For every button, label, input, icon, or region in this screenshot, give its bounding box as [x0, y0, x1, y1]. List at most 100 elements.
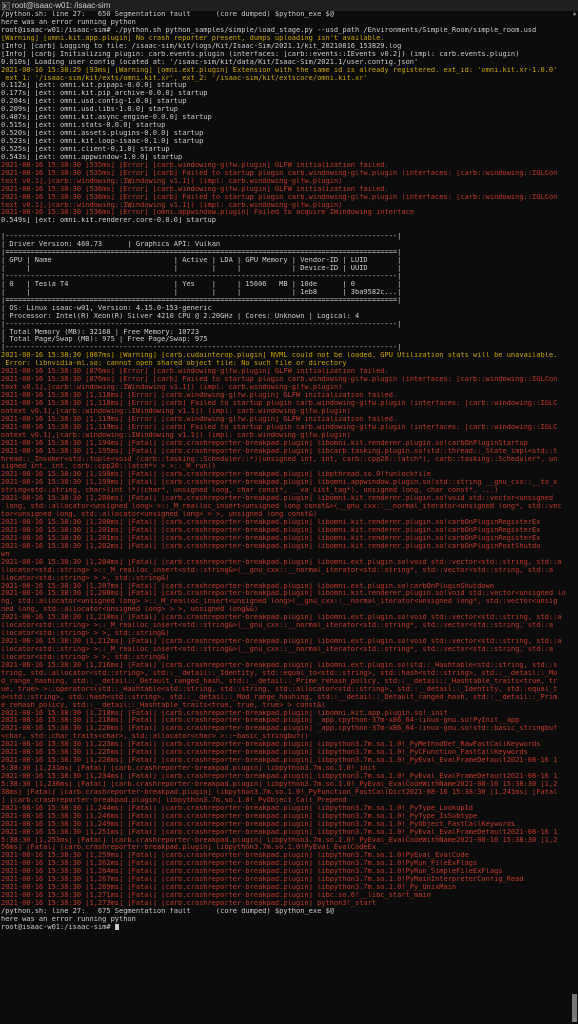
terminal-line: 2021-08-16 15:38:30 [1,259ms] [Fatal] [c… [0, 852, 571, 860]
terminal-line-text: 56ms] [Fatal] [carb.crashreporter-breakp… [1, 844, 377, 852]
terminal-line: 2021-08-16 15:38:30 [1,204ms] [Fatal] [c… [0, 559, 571, 567]
terminal-line: ontext v0.1],[carb::windowing::IWindowin… [0, 432, 571, 440]
terminal-line: 2021-08-16 15:38:30 [1,218ms] [Fatal] [c… [0, 710, 571, 718]
terminal-line: 2021-08-16 15:38:29 [93ms] [Warning] [om… [0, 67, 571, 75]
terminal-line-text: 2021-08-16 15:38:30 [535ms] [Error] [car… [1, 161, 389, 169]
terminal-line: 0.523s] [ext: omni.kit.loop-isaac-0.1.0]… [0, 138, 571, 146]
terminal-line-text: 0.487s] [ext: omni.kit.async_engine-0.0.… [1, 114, 212, 122]
terminal-line: 2021-08-16 15:38:30 [535ms] [Error] [car… [0, 162, 571, 170]
terminal-line-text: ontext v0.1],[carb::windowing::IWindowin… [1, 407, 351, 415]
terminal-line: 2021-08-16 15:38:30 [536ms] [Error] [car… [0, 186, 571, 194]
terminal-line-text: [Info] [carb] Initializing plugin: carb.… [1, 50, 520, 58]
terminal-line-text: 0.204s] [ext: omni.usd.config-1.0.0] sta… [1, 98, 187, 106]
terminal-line: 2021-08-16 15:38:30 [1,234ms] [Fatal] [c… [0, 773, 571, 781]
terminal-line: | | | | | | 1eb8 | 3ba9582c...| [0, 289, 571, 297]
terminal-line-text: tor<unsigned long, std::allocator<unsign… [1, 511, 318, 519]
terminal-line-text: 2021-08-16 15:38:30 [536ms] [Error] [car… [1, 193, 558, 201]
terminal-line: | Driver Version: 460.73 | Graphics API:… [0, 241, 571, 249]
terminal-line: 2021-08-16 15:38:30 [1,264ms] [Fatal] [c… [0, 868, 571, 876]
terminal-line: <char, std::char_traits<char>, std::allo… [0, 733, 571, 741]
terminal-line-text: 2021-08-16 15:38:30 [1,262ms] [Fatal] [c… [1, 860, 478, 868]
terminal-line-text: 2021-08-16 15:38:30 [536ms] [Error] [car… [1, 185, 389, 193]
terminal-line: ] [carb.crashreporter-breakpad.plugin] l… [0, 797, 571, 805]
terminal-line: 2021-08-16 15:38:30 [536ms] [Error] [car… [0, 194, 571, 202]
terminal-line-text: 2021-08-16 15:38:30 [1,273ms] [Fatal] [c… [1, 900, 377, 907]
terminal-line: | GPU | Name | Active | LDA | GPU Memory… [0, 257, 571, 265]
terminal-line-text: 5:38:30 [1,253ms] [Fatal] [carb.crashrep… [1, 836, 558, 844]
terminal-line: 0.520s] [ext: omni.assets.plugins-0.0.0]… [0, 130, 571, 138]
terminal-line: 2021-08-16 15:38:30 [1,249ms] [Fatal] [c… [0, 821, 571, 829]
window-titlebar[interactable]: root@isaac-w01: /isaac-sim [0, 0, 578, 11]
terminal-line-text: Error: libnvidia-ml.so: cannot open shar… [1, 360, 347, 368]
terminal-line-text: | OS: Linux isaac-w01, Version: 4.15.0-1… [1, 304, 212, 312]
terminal-line: 2021-08-16 15:38:30 [1,199ms] [Fatal] [c… [0, 479, 571, 487]
scroll-down-arrow-icon[interactable]: ▼ [571, 1018, 578, 1024]
terminal-line-text: long, std::allocator<unsigned long> >::_… [1, 503, 562, 511]
terminal-line: 38ms] [Fatal] [carb.crashreporter-breakp… [0, 789, 571, 797]
terminal-line: here was an error running python [0, 19, 571, 27]
terminal-line: 2021-08-16 15:38:30 [1,220ms] [Fatal] [c… [0, 725, 571, 733]
terminal-line-text: |---------------------------------------… [1, 272, 402, 280]
terminal-line-text: 5:38:30 [1,231ms] [Fatal] [carb.crashrep… [1, 765, 377, 773]
terminal-line-text: ned long, std::allocator<unsigned long> … [1, 606, 259, 614]
terminal-line-text: 2021-08-16 15:38:30 [1,251ms] [Fatal] [c… [1, 828, 558, 836]
terminal-line: 2021-08-16 15:38:30 [1,212ms] [Fatal] [c… [0, 638, 571, 646]
terminal-line-text: | | | | | | 1eb8 | 3ba9582c...| [1, 288, 402, 296]
terminal-line: wn [0, 551, 571, 559]
terminal-line: llocator<std::string> >::_M_realloc_inse… [0, 567, 571, 575]
terminal-line-text: ] [carb.crashreporter-breakpad.plugin] l… [1, 796, 347, 804]
terminal-line-text: here was an error running python [1, 18, 136, 26]
terminal-output[interactable]: /python.sh: line 27: 650 Segmentation fa… [0, 11, 571, 1024]
terminal-line-text: | 0 | Tesla T4 | Yes | | 15606 MB | 10de… [1, 280, 402, 288]
terminal-line-text: | GPU | Name | Active | LDA | GPU Memory… [1, 257, 402, 265]
terminal-line: 2021-08-16 15:38:30 [1,201ms] [Fatal] [c… [0, 535, 571, 543]
scroll-up-arrow-icon[interactable]: ▲ [571, 11, 578, 17]
terminal-line: 2021-08-16 15:38:30 [1,118ms] [Error] [c… [0, 400, 571, 408]
terminal-line: 0.525s] [ext: omni.client-0.1.0] startup [0, 146, 571, 154]
terminal-line: [Info] [carb] Logging to file: /isaac-si… [0, 43, 571, 51]
terminal-line-text: root@isaac-w01:/isaac-sim# [1, 923, 115, 931]
terminal-line-text: 2021-08-16 15:38:30 [1,208ms] [Fatal] [c… [1, 590, 566, 598]
terminal-line-text: 0.515s] [ext: omni.stats-0.0.0] startup [1, 122, 166, 130]
terminal-line-text: ontext v0.1],[carb::windowing::IWindowin… [1, 431, 351, 439]
terminal-line: ue, true> >::operator=(std::_Hashtable<s… [0, 686, 571, 694]
terminal-line-text: hread::_Invoker<std::tuple<void (carb::t… [1, 455, 558, 463]
terminal-line-text: 5:38:30 [1,236ms] [Fatal] [carb.crashrep… [1, 780, 558, 788]
terminal-line: 2021-08-16 15:38:30 [1,119ms] [Error] [c… [0, 416, 571, 424]
terminal-line: llocator<std::string> > >, std::string&) [0, 630, 571, 638]
terminal-line-text: 0.112s] [ext: omni.kit.pipapi-0.0.0] sta… [1, 82, 187, 90]
vertical-scrollbar[interactable]: ▲ ▼ [571, 11, 578, 1024]
terminal-line: 2021-08-16 15:38:30 [1,223ms] [Fatal] [c… [0, 741, 571, 749]
terminal-line-text: tring, std::allocator<std::string>, std:… [1, 669, 558, 677]
terminal-line: 2021-08-16 15:38:30 [1,271ms] [Fatal] [c… [0, 892, 571, 900]
terminal-line-text: 2021-08-16 15:38:30 [1,200ms] [Fatal] [c… [1, 495, 554, 503]
terminal-line-text: 2021-08-16 15:38:30 [1,201ms] [Fatal] [c… [1, 534, 541, 542]
terminal-line: llocator<std::string> > >, std::string&) [0, 575, 571, 583]
terminal-line: 2021-08-16 15:38:30 [1,216ms] [Fatal] [c… [0, 662, 571, 670]
terminal-line: 2021-08-16 15:38:30 [536ms] [Error] [omn… [0, 209, 571, 217]
terminal-line-text: 2021-08-16 15:38:30 [1,118ms] [Error] [c… [1, 392, 398, 399]
terminal-line: |=======================================… [0, 249, 571, 257]
terminal-line-text: ng, std::allocator<unsigned long> >::_M_… [1, 598, 558, 606]
terminal-line: ontext v0.1],[carb::windowing::IWindowin… [0, 408, 571, 416]
terminal-line-text: 0.520s] [ext: omni.assets.plugins-0.0.0]… [1, 130, 204, 138]
terminal-line: 2021-08-16 15:38:30 [1,119ms] [Error] [c… [0, 424, 571, 432]
terminal-line-text: e_rehash_policy, std::__detail::_Hashtab… [1, 701, 326, 709]
terminal-line: 2021-08-16 15:38:30 [1,246ms] [Fatal] [c… [0, 813, 571, 821]
terminal-line: 0.177s] [ext: omni.kit.pip_archive-0.0.0… [0, 90, 571, 98]
terminal-line: e_rehash_policy, std::__detail::_Hashtab… [0, 702, 571, 710]
terminal-line: 2021-08-16 15:38:30 [1,244ms] [Fatal] [c… [0, 805, 571, 813]
terminal-line-text: llocator<std::string> >::_M_realloc_inse… [1, 566, 554, 574]
terminal-line: 0.487s] [ext: omni.kit.async_engine-0.0.… [0, 114, 571, 122]
terminal-line-text: text v0.1],[carb::windowing::IWindowing … [1, 384, 343, 392]
terminal-line: signed int, int, carb::cpp20::latch*> > … [0, 463, 571, 471]
terminal-line-text: 2021-08-16 15:38:30 [1,198ms] [Fatal] [c… [1, 471, 431, 479]
terminal-line-text: 2021-08-16 15:38:30 [1,234ms] [Fatal] [c… [1, 773, 558, 780]
terminal-line: 5:38:30 [1,253ms] [Fatal] [carb.crashrep… [0, 837, 571, 845]
terminal-line-text: 2021-08-16 15:38:30 [536ms] [Error] [omn… [1, 209, 415, 217]
terminal-line: [Info] [carb] Initializing plugin: carb.… [0, 51, 571, 59]
terminal-line: 2021-08-16 15:38:30 [1,210ms] [Fatal] [c… [0, 614, 571, 622]
terminal-line-text: 2021-08-16 15:38:30 [1,207ms] [Fatal] [c… [1, 582, 495, 590]
terminal-line-text: wn [1, 550, 10, 558]
terminal-line-text: 2021-08-16 15:38:30 [1,271ms] [Fatal] [c… [1, 892, 431, 900]
